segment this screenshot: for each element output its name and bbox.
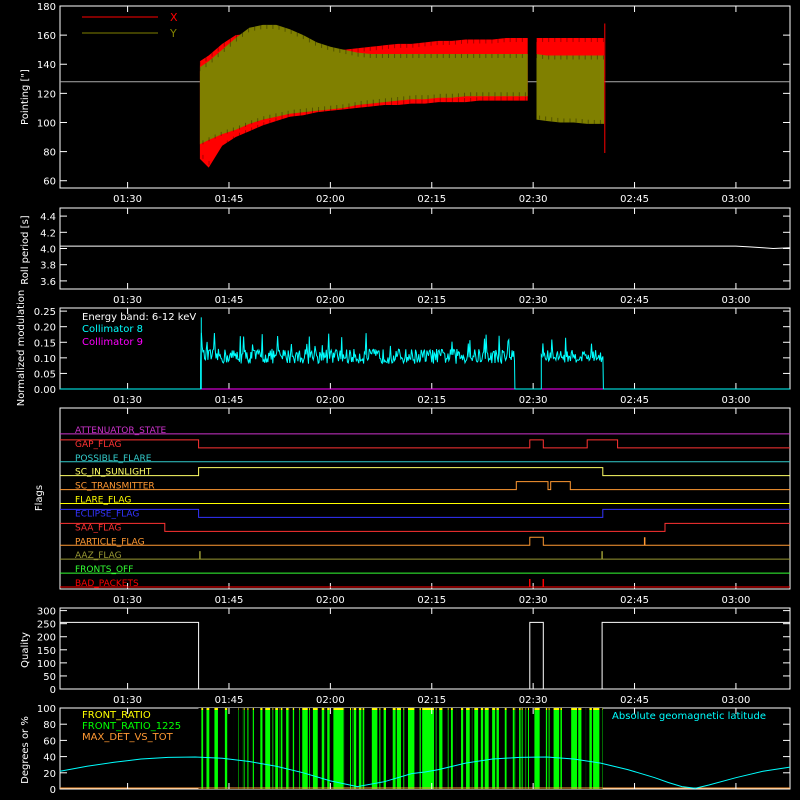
y-tick-label: 0.00 — [34, 385, 56, 396]
legend-max-det-vs-tot: MAX_DET_VS_TOT — [82, 732, 174, 743]
y-tick-label: 0.25 — [34, 307, 56, 318]
x-tick-label: 02:30 — [519, 295, 548, 306]
x-tick-label: 02:00 — [316, 295, 345, 306]
flag-label: GAP_FLAG — [75, 440, 121, 450]
y-tick-label: 20 — [43, 769, 56, 780]
y-tick-label: 4.2 — [40, 228, 56, 239]
y-tick-label: 200 — [37, 633, 56, 644]
latitude-annotation: Absolute geomagnetic latitude — [612, 711, 766, 722]
legend-x-label: X — [170, 11, 178, 24]
pointing-band-y — [536, 54, 605, 124]
x-tick-label: 02:00 — [316, 395, 345, 406]
y-tick-label: 4.4 — [40, 212, 56, 223]
x-tick-label: 02:45 — [620, 595, 649, 606]
x-tick-label: 02:00 — [316, 194, 345, 205]
x-tick-label: 03:00 — [722, 595, 751, 606]
y-tick-label: 100 — [37, 659, 56, 670]
y-tick-label: 0.20 — [34, 323, 56, 334]
y-tick-label: 80 — [43, 148, 56, 159]
x-tick-label: 03:00 — [722, 395, 751, 406]
y-tick-label: 160 — [37, 31, 56, 42]
y-tick-label: 60 — [43, 736, 56, 747]
y-tick-label: 3.8 — [40, 261, 56, 272]
pointing-ylabel: Pointing ["] — [20, 69, 31, 125]
x-tick-label: 02:00 — [316, 695, 345, 706]
x-tick-label: 02:45 — [620, 695, 649, 706]
y-tick-label: 0 — [50, 785, 56, 796]
quality-ylabel: Quality — [20, 632, 31, 668]
energy-band-annotation: Energy band: 6-12 keV — [82, 312, 196, 323]
y-tick-label: 180 — [37, 2, 56, 13]
x-tick-label: 02:15 — [417, 395, 446, 406]
x-tick-label: 02:45 — [620, 295, 649, 306]
y-tick-label: 100 — [37, 704, 56, 715]
x-tick-label: 02:15 — [417, 695, 446, 706]
x-tick-label: 01:30 — [113, 295, 142, 306]
x-tick-label: 02:15 — [417, 295, 446, 306]
y-tick-label: 3.6 — [40, 277, 56, 288]
y-tick-label: 150 — [37, 646, 56, 657]
y-tick-label: 40 — [43, 753, 56, 764]
legend-front-ratio: FRONT_RATIO — [82, 710, 151, 721]
latitude-ylabel: Degrees or % — [20, 716, 31, 784]
y-tick-label: 0.05 — [34, 369, 56, 380]
legend-y-label: Y — [169, 27, 177, 40]
y-tick-label: 120 — [37, 89, 56, 100]
x-tick-label: 03:00 — [722, 194, 751, 205]
x-tick-label: 01:45 — [215, 194, 244, 205]
roll-period-ylabel: Roll period [s] — [20, 215, 31, 284]
x-tick-label: 02:15 — [417, 595, 446, 606]
x-tick-label: 01:45 — [215, 395, 244, 406]
y-tick-label: 80 — [43, 720, 56, 731]
x-tick-label: 02:30 — [519, 695, 548, 706]
x-tick-label: 02:45 — [620, 194, 649, 205]
x-tick-label: 01:45 — [215, 295, 244, 306]
legend-collimator-8: Collimator 8 — [82, 324, 143, 335]
x-tick-label: 03:00 — [722, 295, 751, 306]
y-tick-label: 60 — [43, 177, 56, 188]
flag-label: SAA_FLAG — [75, 523, 121, 533]
x-tick-label: 01:30 — [113, 395, 142, 406]
y-tick-label: 0.15 — [34, 338, 56, 349]
figure: Pointing ["] 01:30 01:45 02:00 02:15 02:30 02… — [0, 0, 800, 800]
x-tick-label: 01:30 — [113, 595, 142, 606]
flag-label: ECLIPSE_FLAG — [75, 509, 139, 519]
x-tick-label: 01:30 — [113, 695, 142, 706]
modulation-ylabel: Normalized modulation — [16, 290, 27, 407]
y-tick-label: 300 — [37, 607, 56, 618]
x-tick-label: 01:45 — [215, 695, 244, 706]
x-tick-label: 02:30 — [519, 395, 548, 406]
x-tick-label: 02:30 — [519, 595, 548, 606]
y-tick-label: 0 — [50, 685, 56, 696]
y-tick-label: 4.0 — [40, 245, 56, 256]
x-tick-label: 01:45 — [215, 595, 244, 606]
legend-collimator-9: Collimator 9 — [82, 337, 143, 348]
y-tick-label: 0.10 — [34, 354, 56, 365]
flags-ylabel: Flags — [34, 485, 45, 511]
x-tick-label: 02:00 — [316, 595, 345, 606]
x-tick-label: 02:45 — [620, 395, 649, 406]
y-tick-label: 100 — [37, 118, 56, 129]
legend-front-ratio-1225: FRONT_RATIO_1225 — [82, 721, 181, 732]
x-tick-label: 01:30 — [113, 194, 142, 205]
y-tick-label: 250 — [37, 620, 56, 631]
y-tick-label: 50 — [43, 672, 56, 683]
x-tick-label: 02:15 — [417, 194, 446, 205]
y-tick-label: 140 — [37, 60, 56, 71]
x-tick-label: 03:00 — [722, 695, 751, 706]
x-tick-label: 02:30 — [519, 194, 548, 205]
